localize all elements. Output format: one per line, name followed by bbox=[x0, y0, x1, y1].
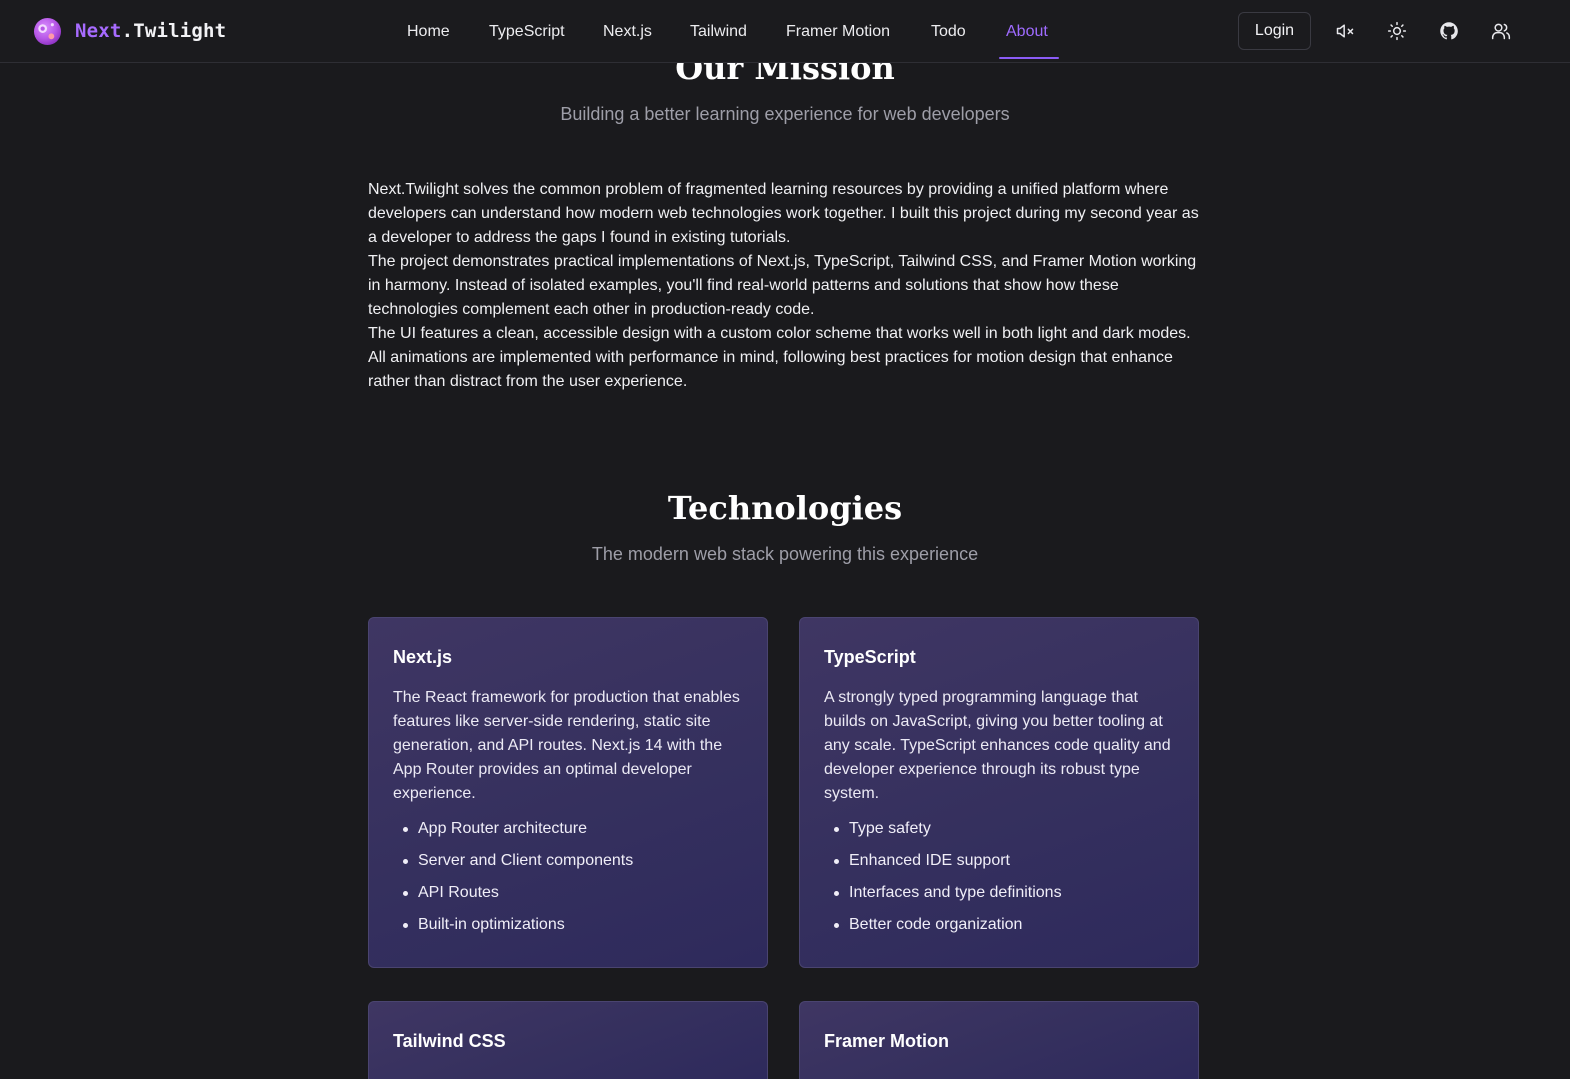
users-icon bbox=[1491, 23, 1511, 40]
mission-subtitle: Building a better learning experience fo… bbox=[560, 104, 1010, 124]
list-item: Enhanced IDE support bbox=[834, 850, 1174, 872]
feature-list: Type safety Enhanced IDE support Interfa… bbox=[824, 818, 1174, 936]
nav-item-typescript[interactable]: TypeScript bbox=[489, 0, 565, 62]
bullet-icon bbox=[834, 922, 839, 928]
bullet-icon bbox=[834, 890, 839, 896]
tech-card-typescript: TypeScript A strongly typed programming … bbox=[799, 617, 1199, 968]
card-description: The React framework for production that … bbox=[393, 689, 740, 802]
nav-item-todo[interactable]: Todo bbox=[931, 0, 966, 62]
tech-card-framer-motion: Framer Motion bbox=[799, 1001, 1199, 1079]
github-icon bbox=[1440, 22, 1458, 40]
active-tab-indicator bbox=[999, 57, 1059, 59]
card-title: Framer Motion bbox=[824, 1031, 950, 1051]
bullet-icon bbox=[403, 826, 408, 832]
bullet-icon bbox=[403, 890, 408, 896]
bullet-icon bbox=[834, 826, 839, 832]
bullet-icon bbox=[403, 858, 408, 864]
nav-item-tailwind[interactable]: Tailwind bbox=[690, 0, 747, 62]
nav-item-framer-motion[interactable]: Framer Motion bbox=[786, 0, 890, 62]
list-item: App Router architecture bbox=[403, 818, 743, 840]
login-button[interactable]: Login bbox=[1238, 12, 1311, 50]
github-link[interactable] bbox=[1438, 20, 1460, 42]
list-item: Built-in optimizations bbox=[403, 914, 743, 936]
feature-list: App Router architecture Server and Clien… bbox=[393, 818, 743, 936]
tech-card-nextjs: Next.js The React framework for producti… bbox=[368, 617, 768, 968]
card-description: A strongly typed programming language th… bbox=[824, 689, 1171, 802]
sun-icon bbox=[1387, 21, 1407, 41]
mission-paragraph: The project demonstrates practical imple… bbox=[368, 253, 1197, 318]
mission-paragraph: Next.Twilight solves the common problem … bbox=[368, 181, 1199, 246]
list-item: Interfaces and type definitions bbox=[834, 882, 1174, 904]
nav-item-about[interactable]: About bbox=[1006, 0, 1048, 62]
card-title: TypeScript bbox=[824, 647, 916, 667]
tech-card-tailwind: Tailwind CSS bbox=[368, 1001, 768, 1079]
list-item: Type safety bbox=[834, 818, 1174, 840]
speaker-muted-icon bbox=[1336, 24, 1354, 38]
technologies-subtitle: The modern web stack powering this exper… bbox=[591, 544, 979, 564]
mute-toggle-button[interactable] bbox=[1334, 20, 1356, 42]
mission-text: Next.Twilight solves the common problem … bbox=[368, 178, 1202, 394]
bullet-icon bbox=[403, 922, 408, 928]
top-navbar: Next.Twilight Home TypeScript Next.js Ta… bbox=[0, 0, 1570, 63]
card-title: Tailwind CSS bbox=[393, 1031, 506, 1051]
list-item: Server and Client components bbox=[403, 850, 743, 872]
technologies-heading: Technologies bbox=[667, 489, 903, 527]
users-button[interactable] bbox=[1490, 20, 1512, 42]
card-title: Next.js bbox=[393, 647, 453, 667]
bullet-icon bbox=[834, 858, 839, 864]
nav-item-home[interactable]: Home bbox=[407, 0, 450, 62]
theme-toggle-button[interactable] bbox=[1386, 20, 1408, 42]
list-item: API Routes bbox=[403, 882, 743, 904]
list-item: Better code organization bbox=[834, 914, 1174, 936]
mission-paragraph: The UI features a clean, accessible desi… bbox=[368, 325, 1191, 390]
nav-item-nextjs[interactable]: Next.js bbox=[603, 0, 652, 62]
